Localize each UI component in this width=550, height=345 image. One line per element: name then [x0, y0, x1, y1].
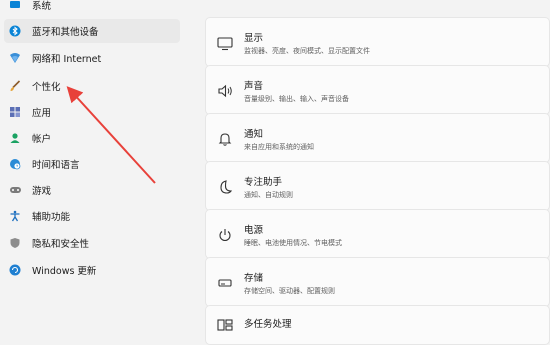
sidebar-item-label: 应用	[32, 108, 52, 119]
multitask-icon	[216, 316, 234, 334]
network-icon	[8, 51, 22, 65]
card-title: 专注助手	[244, 177, 283, 188]
system-icon	[8, 0, 22, 12]
moon-icon	[216, 178, 234, 196]
sidebar-item-privacy[interactable]: 隐私和安全性	[4, 231, 180, 255]
card-title: 多任务处理	[244, 319, 292, 330]
sidebar-item-accessibility[interactable]: 辅助功能	[4, 204, 180, 228]
sidebar-item-network[interactable]: 网络和 Internet	[4, 46, 180, 70]
sound-settings-card[interactable]: 声音 音量级别、输出、输入、声音设备	[205, 65, 550, 115]
sidebar-item-label: 辅助功能	[32, 212, 71, 223]
power-icon	[216, 226, 234, 244]
shield-icon	[8, 236, 22, 250]
card-subtitle: 睡眠、电池使用情况、节电模式	[244, 239, 342, 247]
sidebar-item-system[interactable]: 系统	[4, 0, 180, 17]
card-title: 电源	[244, 225, 264, 236]
sidebar-item-label: 网络和 Internet	[32, 54, 102, 65]
sidebar-item-apps[interactable]: 应用	[4, 100, 180, 124]
speaker-icon	[216, 82, 234, 100]
card-subtitle: 来自应用和系统的通知	[244, 143, 314, 151]
sidebar-item-label: 系统	[32, 1, 52, 12]
accessibility-icon	[8, 209, 22, 223]
gamepad-icon	[8, 183, 22, 197]
sidebar-item-account[interactable]: 帐户	[4, 126, 180, 150]
sidebar-item-label: 游戏	[32, 186, 52, 197]
display-settings-card[interactable]: 显示 监视器、亮度、夜间模式、显示配置文件	[205, 17, 550, 67]
storage-icon	[216, 274, 234, 292]
focus-assist-settings-card[interactable]: 专注助手 通知、自动规则	[205, 161, 550, 211]
bell-icon	[216, 130, 234, 148]
brush-icon	[8, 79, 22, 93]
card-subtitle: 音量级别、输出、输入、声音设备	[244, 95, 349, 103]
sidebar-item-personalization[interactable]: 个性化	[4, 74, 180, 98]
sidebar-item-label: 个性化	[32, 82, 61, 93]
sidebar-item-label: 隐私和安全性	[32, 239, 90, 250]
bluetooth-icon	[8, 24, 22, 38]
card-title: 声音	[244, 81, 264, 92]
sidebar-item-label: 帐户	[32, 134, 52, 145]
card-title: 显示	[244, 33, 264, 44]
card-title: 存储	[244, 273, 264, 284]
multitasking-settings-card[interactable]: 多任务处理	[205, 305, 550, 345]
sidebar-item-windows-update[interactable]: Windows 更新	[4, 258, 180, 282]
sidebar-item-gaming[interactable]: 游戏	[4, 178, 180, 202]
system-settings-list: 显示 监视器、亮度、夜间模式、显示配置文件 声音 音量级别、输出、输入、声音设备…	[205, 0, 550, 345]
apps-icon	[8, 105, 22, 119]
notifications-settings-card[interactable]: 通知 来自应用和系统的通知	[205, 113, 550, 163]
sidebar-item-time-language[interactable]: 时间和语言	[4, 152, 180, 176]
monitor-icon	[216, 34, 234, 52]
card-subtitle: 通知、自动规则	[244, 191, 293, 199]
globe-clock-icon	[8, 157, 22, 171]
storage-settings-card[interactable]: 存储 存储空间、驱动器、配置规则	[205, 257, 550, 307]
card-subtitle: 监视器、亮度、夜间模式、显示配置文件	[244, 47, 370, 55]
account-icon	[8, 131, 22, 145]
sidebar-item-label: 时间和语言	[32, 160, 80, 171]
power-settings-card[interactable]: 电源 睡眠、电池使用情况、节电模式	[205, 209, 550, 259]
settings-sidebar: 系统 蓝牙和其他设备 网络和 Internet 个性化 应用 帐户 时间和语言 …	[0, 0, 190, 327]
windows-update-icon	[8, 263, 22, 277]
sidebar-item-label: 蓝牙和其他设备	[32, 27, 99, 38]
sidebar-item-bluetooth[interactable]: 蓝牙和其他设备	[4, 19, 180, 43]
card-title: 通知	[244, 129, 264, 140]
card-subtitle: 存储空间、驱动器、配置规则	[244, 287, 335, 295]
sidebar-item-label: Windows 更新	[32, 266, 97, 277]
